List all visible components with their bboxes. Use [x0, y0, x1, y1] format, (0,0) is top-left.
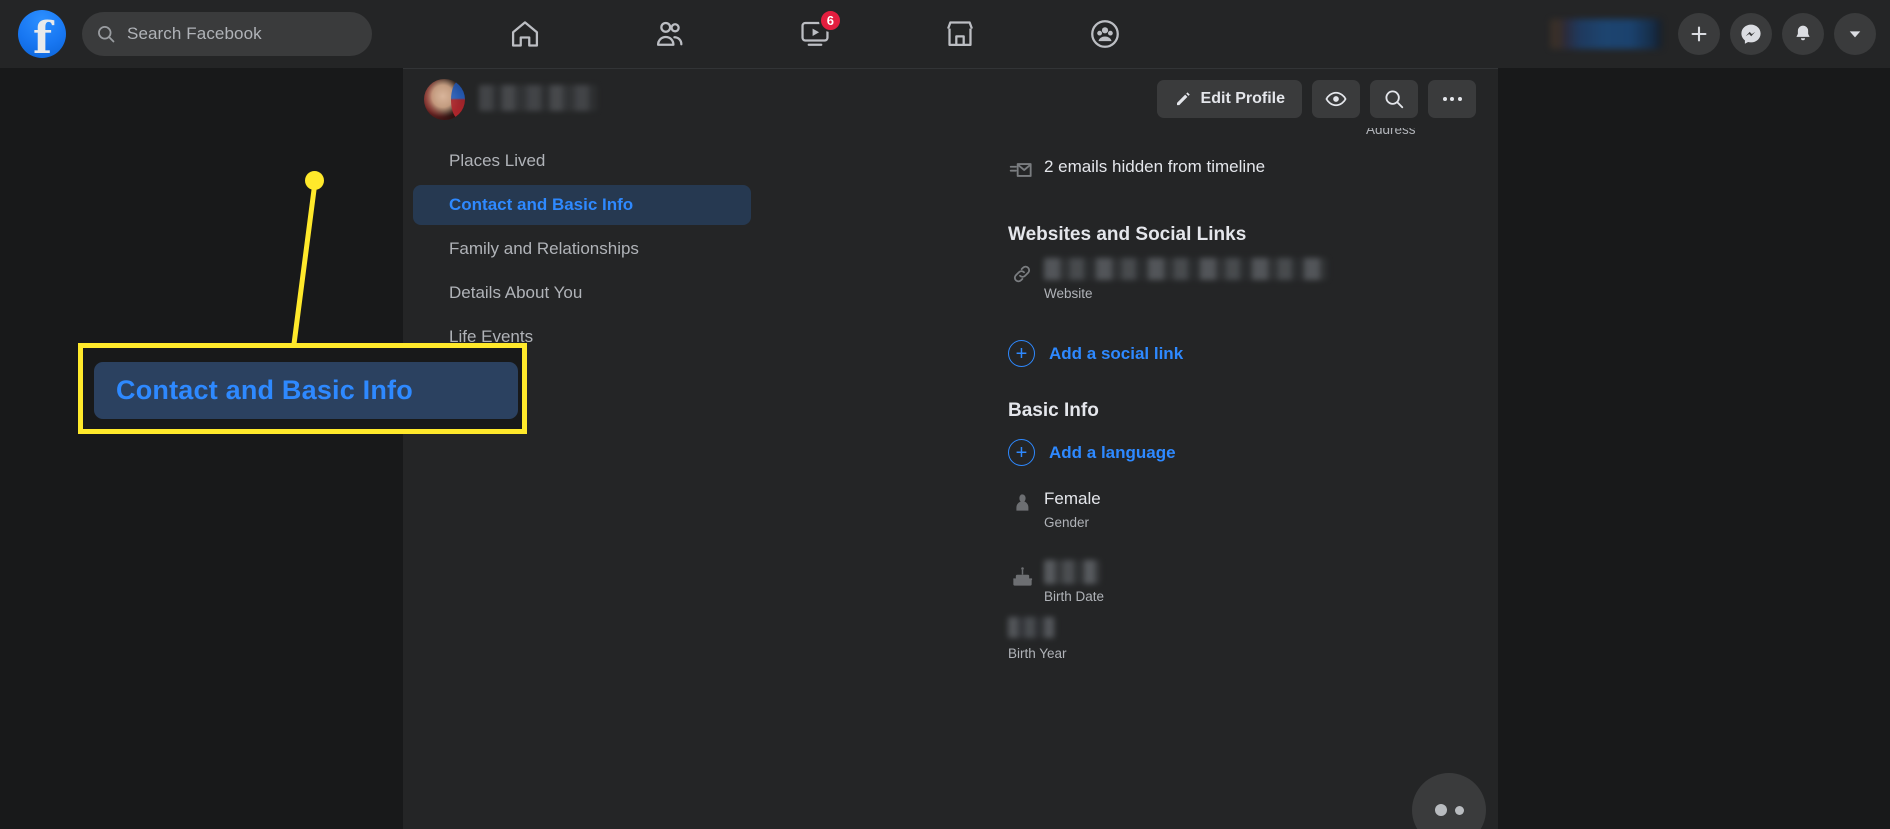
- messenger-icon: [1741, 24, 1761, 44]
- notifications-button[interactable]: [1782, 13, 1824, 55]
- edit-profile-label: Edit Profile: [1200, 90, 1285, 107]
- about-sidebar: Places Lived Contact and Basic Info Fami…: [403, 128, 761, 829]
- gender-icon: [1008, 489, 1036, 517]
- add-language-label: Add a language: [1049, 442, 1176, 462]
- create-button[interactable]: [1678, 13, 1720, 55]
- account-name-redacted: Create: [1550, 19, 1662, 49]
- topbar-right-group: Create: [1550, 0, 1876, 68]
- nav-home[interactable]: [470, 5, 580, 63]
- birth-year-label: Birth Year: [1008, 646, 1067, 661]
- address-row-clipped: Address: [1366, 128, 1498, 146]
- search-input[interactable]: Search Facebook: [82, 12, 372, 56]
- callout-anchor-dot: [305, 171, 324, 190]
- plus-icon: +: [1008, 439, 1035, 466]
- profile-more-button[interactable]: [1428, 80, 1476, 118]
- sidebar-item-label: Details About You: [449, 283, 583, 302]
- facebook-profile-about-page: f Search Facebook 6 Edit Profile Places …: [0, 0, 1890, 829]
- add-language-button[interactable]: + Add a language: [1008, 439, 1176, 466]
- emails-hidden-text: 2 emails hidden from timeline: [1044, 157, 1266, 176]
- friends-icon: [656, 21, 683, 46]
- eye-icon: [1325, 91, 1347, 107]
- sidebar-item-label: Contact and Basic Info: [449, 195, 634, 214]
- facebook-logo-icon[interactable]: f: [18, 10, 66, 58]
- website-value-redacted: [1044, 258, 1327, 280]
- top-navigation-bar: f Search Facebook 6: [0, 0, 1890, 68]
- search-icon: [1385, 90, 1404, 109]
- cake-icon: [1008, 563, 1036, 591]
- chat-dot: [1434, 804, 1447, 816]
- sidebar-item-label: Family and Relationships: [449, 239, 639, 258]
- about-content: Address 2 emails hidden from timeline We…: [761, 128, 1498, 829]
- watch-badge-count: 6: [818, 9, 842, 32]
- pencil-icon: [1176, 92, 1190, 106]
- profile-search-button[interactable]: [1370, 80, 1418, 118]
- groups-icon: [1091, 20, 1119, 48]
- bell-icon: [1796, 25, 1810, 41]
- website-label: Website: [1044, 286, 1093, 301]
- callout-contact-and-basic-info-item[interactable]: Contact and Basic Info: [94, 362, 518, 419]
- chat-dot: [1454, 805, 1464, 815]
- profile-action-buttons: Edit Profile: [1156, 80, 1476, 118]
- marketplace-icon: [947, 21, 973, 47]
- address-label: Address: [1366, 128, 1416, 137]
- nav-watch[interactable]: 6: [760, 5, 870, 63]
- sidebar-item-details-about-you[interactable]: Details About You: [413, 273, 751, 313]
- add-social-link-label: Add a social link: [1049, 343, 1184, 363]
- ellipsis-icon: [1442, 97, 1462, 101]
- avatar[interactable]: [424, 79, 465, 120]
- link-icon: [1008, 260, 1036, 288]
- profile-header-bar: Edit Profile: [403, 68, 1498, 128]
- add-social-link-button[interactable]: + Add a social link: [1008, 340, 1183, 367]
- nav-groups[interactable]: [1050, 5, 1160, 63]
- sidebar-item-contact-and-basic-info[interactable]: Contact and Basic Info: [413, 185, 751, 225]
- nav-marketplace[interactable]: [905, 5, 1015, 63]
- plus-icon: [1691, 26, 1707, 42]
- birth-date-label: Birth Date: [1044, 589, 1105, 604]
- account-menu-button[interactable]: [1834, 13, 1876, 55]
- gender-label: Gender: [1044, 515, 1090, 530]
- sidebar-item-places-lived[interactable]: Places Lived: [413, 141, 751, 181]
- search-icon: [98, 26, 115, 43]
- callout-label: Contact and Basic Info: [116, 375, 413, 405]
- view-as-button[interactable]: [1312, 80, 1360, 118]
- nav-friends[interactable]: [615, 5, 725, 63]
- primary-nav-group: 6: [470, 0, 1160, 68]
- sidebar-item-family-and-relationships[interactable]: Family and Relationships: [413, 229, 751, 269]
- gender-value: Female: [1044, 489, 1101, 508]
- basic-info-heading: Basic Info: [1008, 400, 1099, 421]
- birth-date-value-redacted: [1044, 560, 1100, 584]
- plus-icon: +: [1008, 340, 1035, 367]
- websites-heading: Websites and Social Links: [1008, 224, 1247, 245]
- birth-year-value-redacted: [1008, 617, 1055, 638]
- callout-highlight-box: Contact and Basic Info: [78, 343, 527, 434]
- email-hidden-icon: [1008, 156, 1036, 184]
- edit-profile-button[interactable]: Edit Profile: [1156, 80, 1302, 118]
- chevron-down-icon: [1849, 31, 1861, 38]
- profile-name-redacted: [479, 85, 597, 111]
- callout-connector-line: [291, 186, 317, 346]
- search-placeholder-text: Search Facebook: [127, 24, 262, 43]
- home-icon: [511, 21, 539, 47]
- messenger-button[interactable]: [1730, 13, 1772, 55]
- sidebar-item-label: Places Lived: [449, 151, 546, 170]
- about-card: Places Lived Contact and Basic Info Fami…: [403, 128, 1498, 829]
